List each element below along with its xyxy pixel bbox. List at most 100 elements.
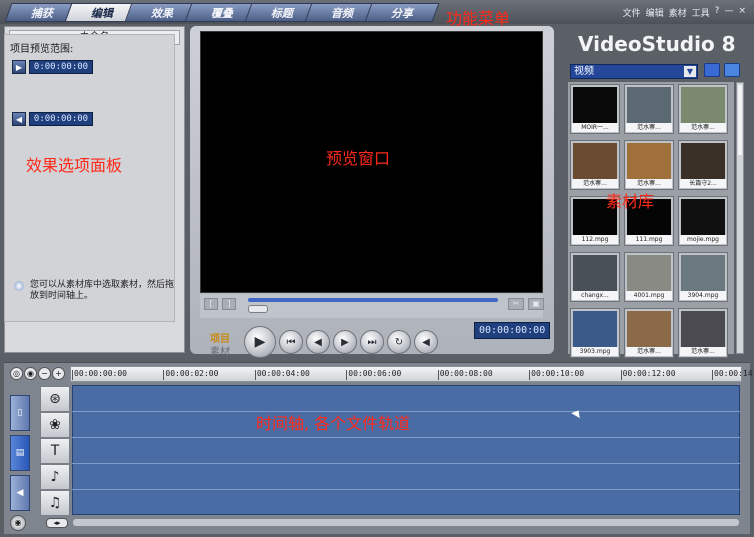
next-frame-icon[interactable]: ▶ <box>333 330 357 354</box>
timeline-tracks[interactable] <box>72 385 740 515</box>
annotation-timeline: 时间轴, 各个文件轨道 <box>256 414 411 433</box>
prev-frame-icon[interactable]: ◀ <box>306 330 330 354</box>
edit-mode-tab[interactable]: ▤ <box>10 435 30 471</box>
step-tabs: 捕获 编辑 效果 覆叠 标题 音频 分享 <box>4 3 440 22</box>
ruler-tick-mark <box>346 370 348 380</box>
import-media-icon[interactable] <box>704 63 720 77</box>
range-start-timecode[interactable]: 0:00:00:00 <box>29 60 93 74</box>
thumbnail-caption: 3904.mpg <box>680 291 726 300</box>
timeline-scrollbar[interactable] <box>72 518 740 527</box>
ruler-tick-label: 00:00:10:00 <box>531 369 585 378</box>
thumbnail-image <box>627 311 671 347</box>
library-thumbnail[interactable]: mojie.mpg <box>678 196 728 246</box>
library-thumbnail[interactable]: 长篇守2... <box>678 140 728 190</box>
title-track-icon[interactable]: T <box>40 438 70 464</box>
thumbnail-image <box>573 143 617 179</box>
repeat-icon[interactable]: ↻ <box>387 330 411 354</box>
library-scroll-thumb[interactable] <box>738 85 742 155</box>
zoom-out-icon[interactable]: − <box>38 367 51 380</box>
track-divider <box>72 437 740 438</box>
play-icon[interactable]: ▶ <box>244 326 276 358</box>
track-header-icons: ⊛ ❀ T ♪ ♫ <box>40 386 70 516</box>
thumbnail-caption: changx... <box>572 291 618 300</box>
library-thumbnail[interactable]: 3904.mpg <box>678 252 728 302</box>
volume-icon[interactable]: ◀ <box>414 330 438 354</box>
scrub-track[interactable] <box>248 298 498 302</box>
mark-out-button[interactable]: ◀ <box>12 112 26 126</box>
thumbnail-caption: 3903.mpg <box>572 347 618 356</box>
home-icon[interactable]: ⏮ <box>279 330 303 354</box>
tab-label: 捕获 <box>31 6 53 20</box>
menu-help[interactable]: ? <box>715 6 720 19</box>
split-clip-icon[interactable]: ✂ <box>508 298 524 310</box>
voice-track-icon[interactable]: ♪ <box>40 464 70 490</box>
ruler-tick-mark <box>163 370 165 380</box>
trim-end-icon[interactable]: ] <box>222 298 236 310</box>
annotation-effects-panel: 效果选项面板 <box>26 156 123 175</box>
chevron-down-icon[interactable]: ▼ <box>684 66 696 77</box>
video-track-icon[interactable]: ⊛ <box>40 386 70 412</box>
timeline-view-controls: ◎ ◉ − + <box>10 367 65 380</box>
annotation-library: 素材库 <box>606 192 655 211</box>
library-thumbnail[interactable]: 4001.mpg <box>624 252 674 302</box>
video-mode-tab[interactable]: ▯ <box>10 395 30 431</box>
thumbnail-image <box>573 87 617 123</box>
audio-mode-tab[interactable]: ◀ <box>10 475 30 511</box>
minimize-button[interactable]: — <box>724 6 733 19</box>
library-thumbnail[interactable]: changx... <box>570 252 620 302</box>
folder-icon[interactable] <box>724 63 740 77</box>
library-scrollbar[interactable] <box>736 82 744 354</box>
timeline-nav-button[interactable]: ◂▸ <box>46 518 68 528</box>
preview-timecode[interactable]: 00:00:00:00 <box>474 322 550 339</box>
library-category-select[interactable]: 视频 ▼ <box>570 64 698 79</box>
options-panel-body <box>4 34 175 322</box>
ruler-tick-label: 00:00:12:00 <box>622 369 676 378</box>
tab-label: 音频 <box>331 6 353 20</box>
thumbnail-caption: MOIR一... <box>572 123 618 132</box>
menu-clip[interactable]: 素材 <box>669 6 687 19</box>
menu-file[interactable]: 文件 <box>623 6 641 19</box>
library-thumbnail[interactable]: 范水寨... <box>624 308 674 358</box>
tab-label: 覆叠 <box>211 6 233 20</box>
storyboard-view-icon[interactable]: ◎ <box>10 367 23 380</box>
library-thumbnail[interactable]: 3903.mpg <box>570 308 620 358</box>
library-thumbnail[interactable]: 范水寨... <box>624 140 674 190</box>
mark-in-button[interactable]: ▶ <box>12 60 26 74</box>
library-thumbnail[interactable]: 范水寨... <box>678 308 728 358</box>
zoom-in-icon[interactable]: + <box>52 367 65 380</box>
library-thumbnail[interactable]: 范水寨... <box>570 140 620 190</box>
end-icon[interactable]: ⏭ <box>360 330 384 354</box>
menu-edit[interactable]: 编辑 <box>646 6 664 19</box>
tab-share[interactable]: 分享 <box>364 3 440 22</box>
music-track-icon[interactable]: ♫ <box>40 490 70 516</box>
info-icon <box>14 281 24 291</box>
close-button[interactable]: × <box>738 6 746 19</box>
menu-tools[interactable]: 工具 <box>692 6 710 19</box>
disc-icon[interactable]: ◉ <box>10 515 26 531</box>
overlay-track-icon[interactable]: ❀ <box>40 412 70 438</box>
thumbnail-image <box>681 255 725 291</box>
preview-range-label: 项目预览范围: <box>10 44 74 55</box>
timeline-view-icon[interactable]: ◉ <box>24 367 37 380</box>
ruler-tick-label: 00:00:02:00 <box>165 369 219 378</box>
thumbnail-caption: mojie.mpg <box>680 235 726 244</box>
enlarge-preview-icon[interactable]: ▣ <box>528 298 544 310</box>
thumbnail-caption: 4001.mpg <box>626 291 672 300</box>
library-thumbnail[interactable]: 范水寨... <box>678 84 728 134</box>
annotation-preview: 预览窗口 <box>326 149 391 168</box>
range-end-timecode[interactable]: 0:00:00:00 <box>29 112 93 126</box>
library-category-value: 视频 <box>574 66 594 77</box>
range-start-row: ▶ 0:00:00:00 <box>12 60 93 74</box>
scrub-handle[interactable] <box>248 305 268 313</box>
library-thumbnail[interactable]: MOIR一... <box>570 84 620 134</box>
ruler-tick-mark <box>72 370 73 380</box>
thumbnail-image <box>681 143 725 179</box>
thumbnail-image <box>681 87 725 123</box>
ruler-tick-label: 00:00:00:00 <box>74 369 127 378</box>
mode-clip[interactable]: 素材 <box>210 343 230 358</box>
thumbnail-caption: 范水寨... <box>572 179 618 188</box>
brand-logo: VideoStudio 8 <box>578 32 736 56</box>
trim-start-icon[interactable]: [ <box>204 298 218 310</box>
thumbnail-caption: 范水寨... <box>626 179 672 188</box>
library-thumbnail[interactable]: 范水寨... <box>624 84 674 134</box>
